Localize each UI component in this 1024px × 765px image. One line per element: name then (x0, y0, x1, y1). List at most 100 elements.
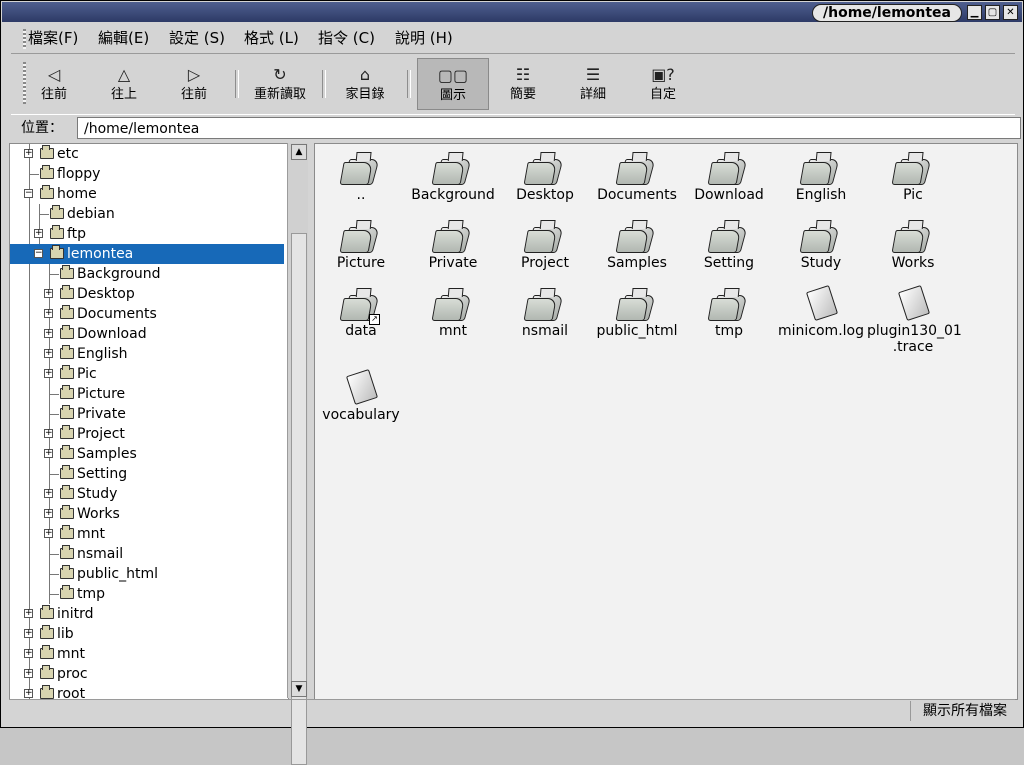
tree-row[interactable]: + Desktop (10, 284, 284, 304)
brief-view-button[interactable]: ☷ 簡要 (488, 58, 558, 108)
expand-toggle-icon[interactable]: + (44, 369, 53, 378)
tree-row[interactable]: debian (10, 204, 284, 224)
file-item[interactable]: Desktop (499, 144, 591, 212)
tree-row[interactable]: + Study (10, 484, 284, 504)
tree-label: Samples (77, 446, 137, 462)
scroll-down-icon[interactable]: ▼ (291, 681, 307, 697)
file-item[interactable]: Study (775, 212, 867, 280)
expand-toggle-icon[interactable]: + (24, 609, 33, 618)
file-item[interactable]: Works (867, 212, 959, 280)
tree-row[interactable]: tmp (10, 584, 284, 604)
home-button[interactable]: ⌂ 家目錄 (330, 58, 400, 108)
file-item[interactable]: English (775, 144, 867, 212)
title-bar[interactable]: /home/lemontea ▁ ▢ ✕ (2, 2, 1022, 22)
close-button[interactable]: ✕ (1003, 5, 1018, 20)
minimize-button[interactable]: ▁ (967, 5, 982, 20)
file-item[interactable]: Setting (683, 212, 775, 280)
tree-row[interactable]: + Samples (10, 444, 284, 464)
expand-toggle-icon[interactable]: + (44, 429, 53, 438)
file-item[interactable]: Documents (591, 144, 683, 212)
tree-row-selected[interactable]: − lemontea (10, 244, 284, 264)
file-item[interactable]: Picture (315, 212, 407, 280)
tree-row[interactable]: + Project (10, 424, 284, 444)
file-item[interactable]: Download (683, 144, 775, 212)
expand-toggle-icon[interactable]: + (24, 649, 33, 658)
location-input[interactable]: /home/lemontea (77, 117, 1021, 139)
tree-row[interactable]: Private (10, 404, 284, 424)
expand-toggle-icon[interactable]: + (24, 689, 33, 698)
detail-view-button[interactable]: ☰ 詳細 (558, 58, 628, 108)
directory-tree[interactable]: + etc floppy − home debian + ftp − lemontea … (9, 143, 289, 700)
expand-toggle-icon[interactable]: + (44, 529, 53, 538)
menu-grip[interactable] (23, 29, 26, 49)
tree-row[interactable]: + Documents (10, 304, 284, 324)
menu-help[interactable]: 說明 (H) (395, 29, 453, 47)
file-icon-view[interactable]: .. Background Desktop Documents Download… (314, 143, 1018, 700)
expand-toggle-icon[interactable]: + (24, 629, 33, 638)
tree-row[interactable]: + Pic (10, 364, 284, 384)
file-item[interactable]: Background (407, 144, 499, 212)
file-item[interactable]: Project (499, 212, 591, 280)
tree-row[interactable]: Setting (10, 464, 284, 484)
icon-view-button[interactable]: ▢▢ 圖示 (417, 58, 489, 110)
folder-icon (60, 585, 74, 599)
expand-toggle-icon[interactable]: + (44, 509, 53, 518)
tree-row[interactable]: + root (10, 684, 284, 699)
file-item[interactable]: minicom.log (775, 280, 867, 348)
tree-row[interactable]: + initrd (10, 604, 284, 624)
expand-toggle-icon[interactable]: + (44, 489, 53, 498)
menu-settings[interactable]: 設定 (S) (169, 29, 225, 47)
collapse-toggle-icon[interactable]: − (34, 249, 43, 258)
expand-toggle-icon[interactable]: + (44, 329, 53, 338)
file-item[interactable]: Private (407, 212, 499, 280)
back-button[interactable]: ◁ 往前 (19, 58, 89, 108)
menu-command[interactable]: 指令 (C) (318, 29, 375, 47)
tree-row[interactable]: Picture (10, 384, 284, 404)
expand-toggle-icon[interactable]: + (44, 289, 53, 298)
expand-toggle-icon[interactable]: + (44, 349, 53, 358)
expand-toggle-icon[interactable]: + (44, 309, 53, 318)
tree-row[interactable]: Background (10, 264, 284, 284)
up-button[interactable]: △ 往上 (89, 58, 159, 108)
file-item[interactable]: vocabulary (315, 364, 407, 432)
forward-button[interactable]: ▷ 往前 (159, 58, 229, 108)
custom-view-button[interactable]: ▣? 自定 (628, 58, 698, 108)
tree-row[interactable]: floppy (10, 164, 284, 184)
file-item[interactable]: public_html (591, 280, 683, 348)
tree-row[interactable]: + mnt (10, 644, 284, 664)
tree-row[interactable]: + ftp (10, 224, 284, 244)
tree-row[interactable]: + Works (10, 504, 284, 524)
tree-row[interactable]: + Download (10, 324, 284, 344)
refresh-button[interactable]: ↻ 重新讀取 (245, 58, 315, 108)
folder-icon (40, 685, 54, 699)
file-item[interactable]: mnt (407, 280, 499, 348)
file-item[interactable]: plugin130_01 .trace (867, 280, 962, 355)
file-item[interactable]: Pic (867, 144, 959, 212)
tree-row[interactable]: + English (10, 344, 284, 364)
menu-edit[interactable]: 編輯(E) (98, 29, 149, 47)
tree-row[interactable]: + mnt (10, 524, 284, 544)
tree-row[interactable]: + lib (10, 624, 284, 644)
collapse-toggle-icon[interactable]: − (24, 189, 33, 198)
maximize-button[interactable]: ▢ (985, 5, 1000, 20)
file-item[interactable]: nsmail (499, 280, 591, 348)
tree-row[interactable]: public_html (10, 564, 284, 584)
file-item[interactable]: tmp (683, 280, 775, 348)
tree-row[interactable]: nsmail (10, 544, 284, 564)
file-item[interactable]: .. (315, 144, 407, 212)
tree-row[interactable]: + etc (10, 144, 284, 164)
tree-row[interactable]: + proc (10, 664, 284, 684)
menu-file[interactable]: 檔案(F) (28, 29, 78, 47)
expand-toggle-icon[interactable]: + (44, 449, 53, 458)
folder-icon (40, 625, 54, 639)
tree-row[interactable]: − home (10, 184, 284, 204)
expand-toggle-icon[interactable]: + (34, 229, 43, 238)
folder-icon (60, 405, 74, 419)
expand-toggle-icon[interactable]: + (24, 149, 33, 158)
tree-scrollbar[interactable]: ▲ ▼ (287, 143, 308, 765)
file-item[interactable]: ↗ data (315, 280, 407, 348)
scroll-up-icon[interactable]: ▲ (291, 144, 307, 160)
expand-toggle-icon[interactable]: + (24, 669, 33, 678)
menu-format[interactable]: 格式 (L) (244, 29, 299, 47)
file-item[interactable]: Samples (591, 212, 683, 280)
